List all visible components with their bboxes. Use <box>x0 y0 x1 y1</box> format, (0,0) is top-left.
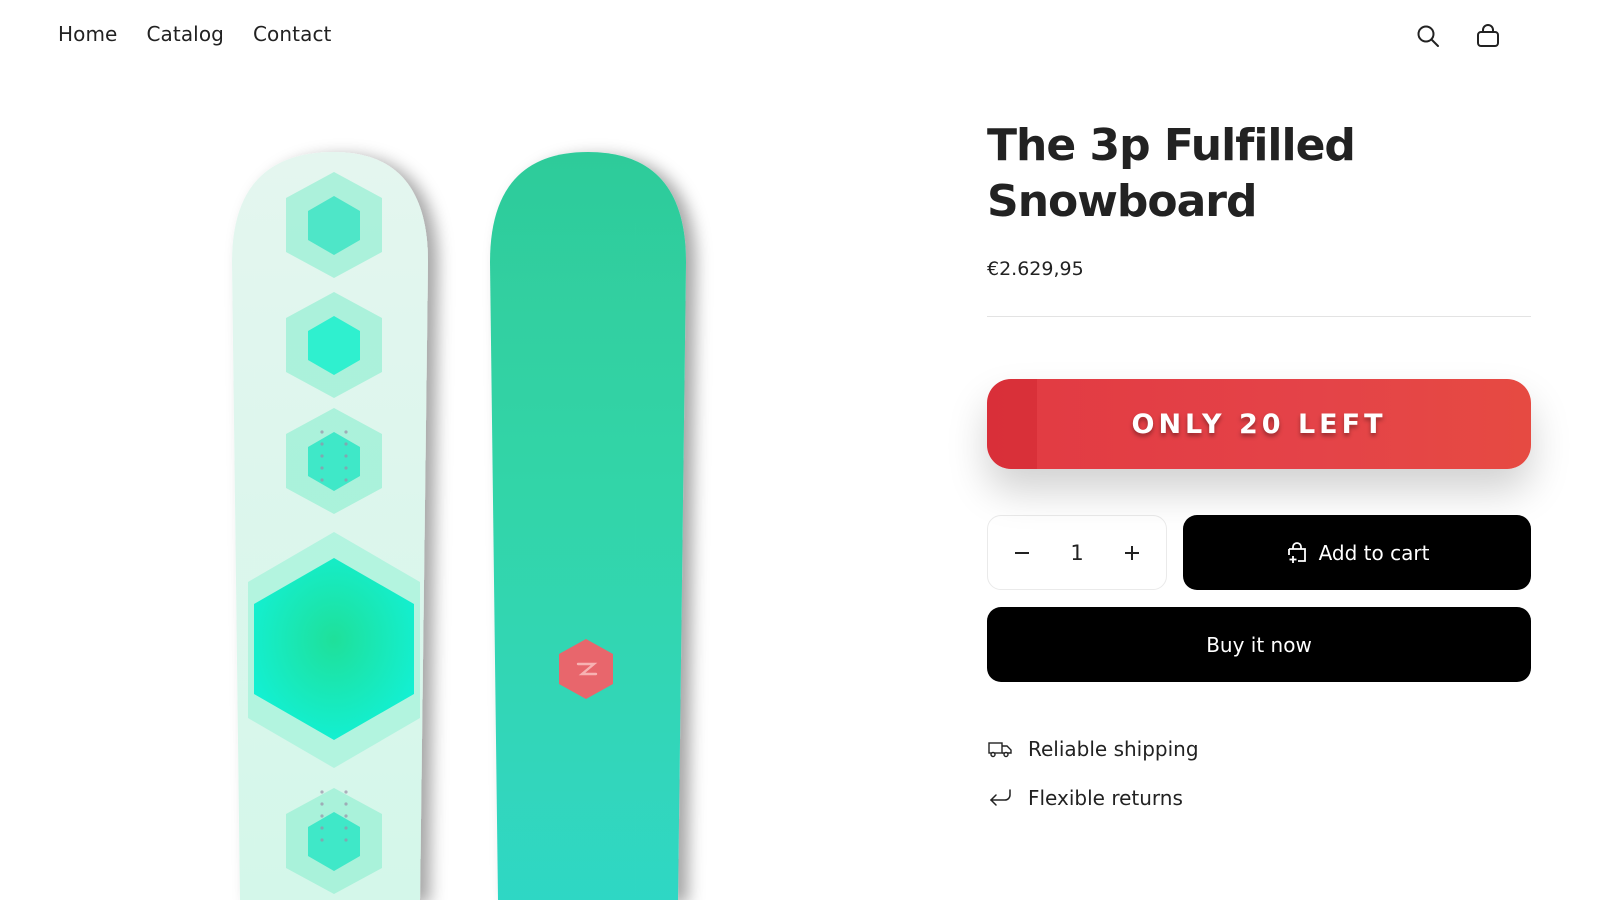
buy-row: Add to cart <box>987 515 1531 590</box>
feature-shipping-label: Reliable shipping <box>1028 736 1199 761</box>
snowboard-bottom <box>490 152 686 900</box>
buy-now-button[interactable]: Buy it now <box>987 607 1531 682</box>
quantity-increase-button[interactable] <box>1120 541 1144 565</box>
quantity-stepper <box>987 515 1167 590</box>
stock-badge: ONLY 20 LEFT <box>987 379 1531 469</box>
stock-badge-label: ONLY 20 LEFT <box>1131 408 1387 440</box>
buy-now-label: Buy it now <box>1206 632 1312 657</box>
truck-icon <box>987 736 1013 762</box>
product-features: Reliable shipping Flexible returns <box>987 724 1531 822</box>
product-info: The 3p Fulfilled Snowboard €2.629,95 ONL… <box>987 118 1531 822</box>
badge-glow <box>987 379 1037 469</box>
quantity-decrease-button[interactable] <box>1010 541 1034 565</box>
nav-link-contact[interactable]: Contact <box>253 22 332 46</box>
plus-icon <box>1125 545 1139 560</box>
nav-link-catalog[interactable]: Catalog <box>146 22 224 46</box>
main-nav: Home Catalog Contact <box>58 22 332 46</box>
minus-icon <box>1015 551 1029 554</box>
product-title: The 3p Fulfilled Snowboard <box>987 120 1356 227</box>
cart-add-icon <box>1287 541 1306 563</box>
feature-returns-label: Flexible returns <box>1028 785 1183 810</box>
quantity-input[interactable] <box>1047 540 1107 565</box>
feature-shipping: Reliable shipping <box>987 724 1531 773</box>
feature-returns: Flexible returns <box>987 773 1531 822</box>
search-icon <box>1417 25 1439 47</box>
site-header: Home Catalog Contact <box>0 0 1600 72</box>
cart-icon <box>1477 24 1499 47</box>
add-to-cart-button[interactable]: Add to cart <box>1183 515 1531 590</box>
divider <box>987 316 1531 317</box>
product-price: €2.629,95 <box>987 258 1084 280</box>
header-actions <box>1414 22 1502 50</box>
return-arrow-icon <box>987 785 1013 811</box>
product-media <box>0 72 900 900</box>
nav-link-home[interactable]: Home <box>58 22 117 46</box>
cart-button[interactable] <box>1474 22 1502 50</box>
add-to-cart-label: Add to cart <box>1318 540 1430 565</box>
search-button[interactable] <box>1414 22 1442 50</box>
snowboard-image[interactable] <box>0 72 900 900</box>
